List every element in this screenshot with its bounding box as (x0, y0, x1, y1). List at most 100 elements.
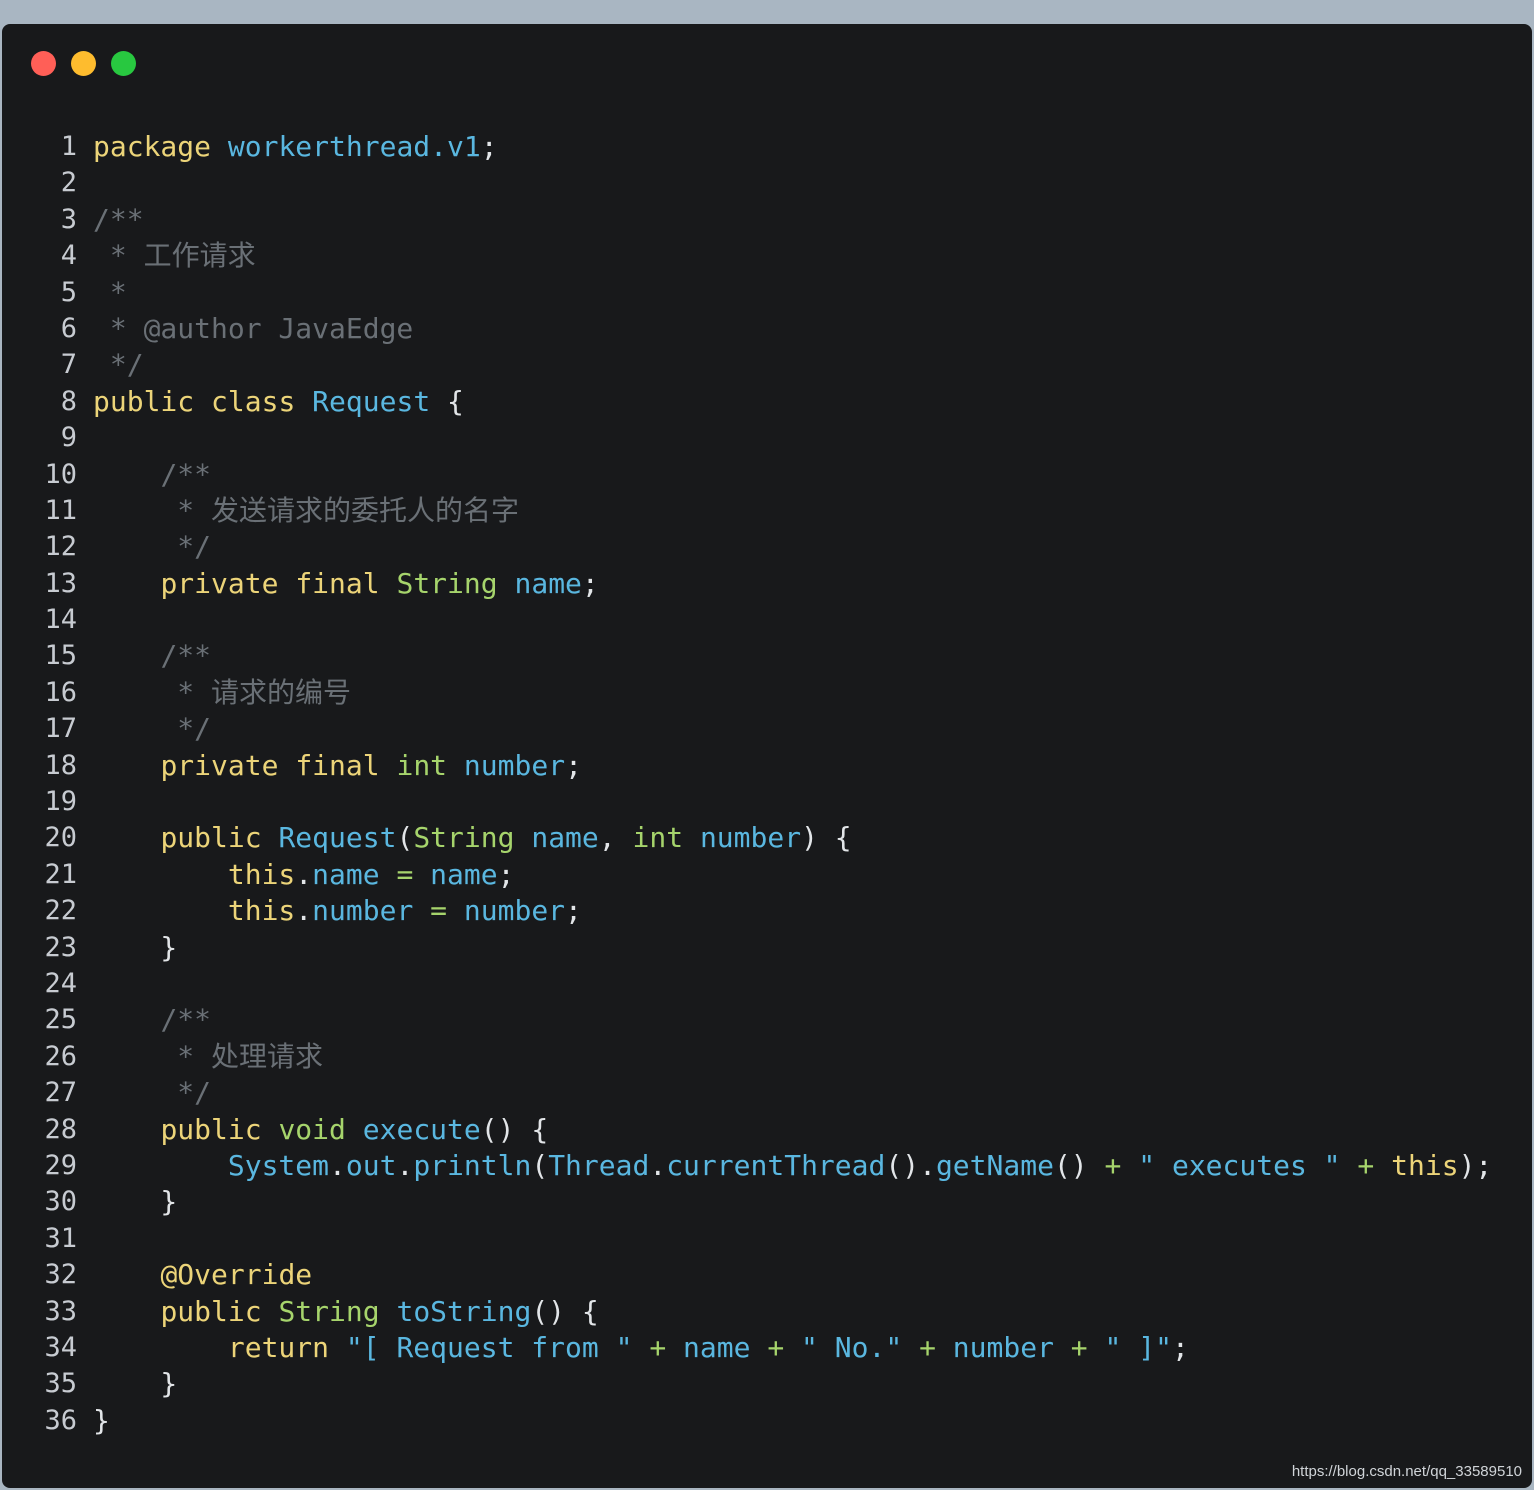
token-identifier: out (345, 1148, 397, 1182)
token-punctuation (211, 130, 228, 163)
code-window: 1 package workerthread.v1; 2 3/** 4 * 工作请求 5 … (2, 24, 1532, 1488)
token-type: String (413, 821, 515, 855)
token-identifier: execute (362, 1112, 481, 1146)
token-punctuation (447, 749, 464, 782)
token-punctuation: () { (480, 1112, 549, 1146)
code-text: */ (93, 711, 211, 747)
token-keyword: private (160, 566, 279, 600)
token-punctuation (93, 858, 228, 891)
token-identifier: number (699, 821, 802, 855)
token-punctuation: () { (531, 1294, 599, 1328)
line-number: 29 (44, 1149, 77, 1181)
token-operator: + (1104, 1148, 1122, 1182)
line-number: 1 (60, 131, 77, 162)
token-punctuation: } (93, 1185, 178, 1219)
minimize-icon[interactable] (71, 51, 96, 76)
line-number: 34 (44, 1331, 77, 1363)
token-punctuation (93, 1113, 160, 1146)
token-punctuation: } (93, 930, 178, 964)
code-text: private final String name; (93, 566, 599, 602)
token-keyword: final (295, 566, 380, 600)
token-identifier: name (514, 566, 582, 600)
line-number: 35 (44, 1368, 77, 1400)
token-comment: */ (160, 712, 212, 746)
token-identifier: number (463, 894, 566, 928)
token-punctuation: ( (531, 1148, 549, 1182)
token-punctuation (936, 1331, 953, 1364)
token-keyword: private (160, 748, 279, 782)
token-identifier: workerthread.v1 (227, 130, 481, 163)
line-number: 27 (44, 1077, 77, 1109)
token-punctuation: . (295, 894, 313, 928)
token-identifier: name (531, 821, 599, 855)
token-punctuation (93, 639, 160, 672)
token-comment: */ (93, 348, 144, 382)
token-punctuation: . (329, 1148, 346, 1182)
token-punctuation (329, 1331, 346, 1364)
token-keyword: this (1391, 1148, 1459, 1182)
token-punctuation (262, 821, 279, 854)
line-number: 18 (44, 749, 77, 781)
token-punctuation (380, 749, 397, 782)
line-number: 14 (44, 604, 77, 636)
line-number: 32 (44, 1259, 77, 1291)
code-text: * 处理请求 (93, 1039, 323, 1075)
code-text: } (93, 1184, 177, 1220)
token-string: " ]" (1104, 1330, 1172, 1364)
token-punctuation (93, 712, 160, 745)
token-punctuation: ; (581, 566, 599, 600)
token-punctuation: ; (1171, 1330, 1189, 1364)
token-punctuation (93, 1258, 160, 1291)
token-punctuation (93, 458, 160, 491)
token-punctuation: (). (885, 1148, 936, 1182)
line-number: 30 (44, 1186, 77, 1218)
token-punctuation: . (649, 1148, 667, 1182)
code-text: System.out.println(Thread.currentThread(… (93, 1148, 1492, 1184)
token-comment: /** (160, 1003, 212, 1037)
close-icon[interactable] (31, 51, 56, 76)
code-text: public String toString() { (93, 1294, 599, 1330)
token-punctuation (278, 567, 295, 600)
token-punctuation (93, 821, 160, 854)
token-punctuation (1374, 1149, 1391, 1182)
line-number: 8 (60, 385, 77, 417)
window-controls (31, 51, 136, 76)
code-text: public void execute() { (93, 1112, 548, 1148)
line-number: 24 (44, 967, 77, 999)
token-punctuation: . (295, 857, 313, 891)
maximize-icon[interactable] (111, 51, 136, 76)
code-text: * 请求的编号 (93, 675, 351, 711)
token-punctuation: } (93, 1367, 178, 1401)
token-string: " No." (801, 1330, 903, 1364)
code-text: */ (93, 529, 211, 565)
token-comment: */ (160, 530, 212, 564)
line-number: 20 (44, 822, 77, 854)
line-number: 4 (60, 240, 77, 272)
token-punctuation: ( (396, 821, 414, 855)
token-operator: + (649, 1330, 667, 1364)
code-text: this.number = number; (93, 893, 582, 929)
token-punctuation: ); (1458, 1148, 1493, 1182)
token-string: " executes " (1138, 1148, 1341, 1182)
code-text: /** (93, 638, 211, 674)
token-identifier: name (683, 1330, 751, 1364)
code-text: private final int number; (93, 748, 581, 784)
token-identifier: name (430, 857, 498, 891)
token-type: int (396, 748, 448, 782)
token-identifier: System (227, 1148, 330, 1182)
token-string: "[ Request from " (345, 1330, 633, 1364)
code-text: * @author JavaEdge (93, 311, 413, 347)
token-punctuation: ; (480, 130, 498, 163)
code-text: * 工作请求 (93, 238, 256, 274)
token-type: String (278, 1294, 380, 1328)
token-keyword: this (227, 894, 296, 928)
token-punctuation (93, 1040, 160, 1073)
token-keyword: this (227, 857, 296, 891)
code-text: * (93, 275, 127, 311)
token-punctuation (750, 1331, 767, 1364)
code-text: package workerthread.v1; (93, 129, 498, 165)
token-punctuation: , (598, 821, 633, 855)
token-comment: /** (160, 639, 212, 673)
token-keyword: class (211, 384, 296, 418)
token-punctuation (413, 858, 430, 891)
